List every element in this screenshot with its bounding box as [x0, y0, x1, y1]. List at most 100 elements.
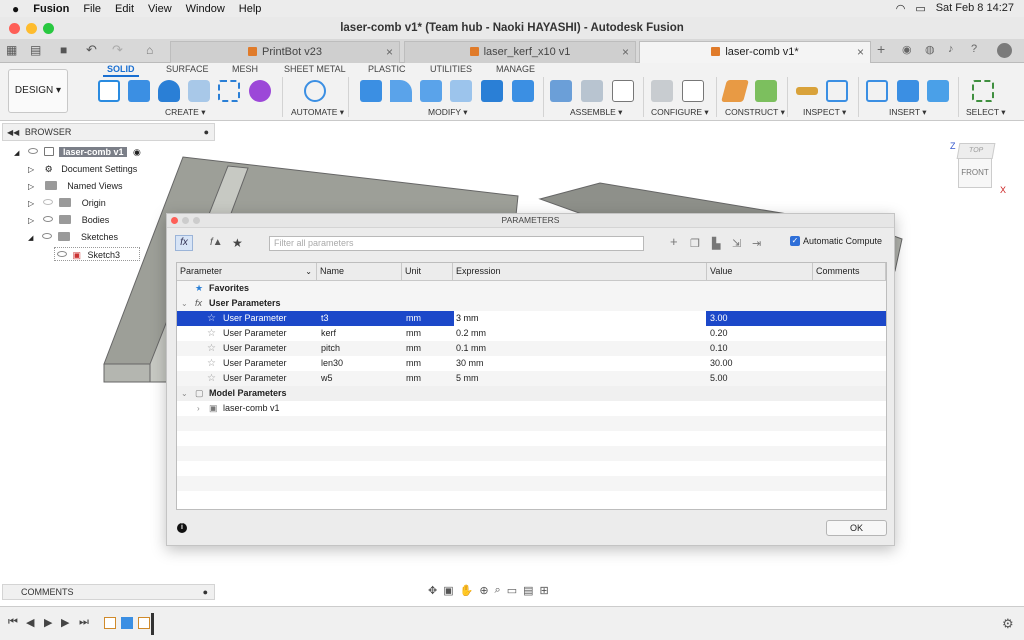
automate-icon[interactable]	[304, 80, 326, 102]
delete-icon[interactable]: ▙	[712, 237, 720, 250]
model-parameter-item[interactable]: › ▣ laser-comb v1	[177, 401, 886, 416]
pattern-icon[interactable]	[218, 80, 240, 102]
grid-settings-icon[interactable]: ▤	[523, 584, 533, 600]
extensions-icon[interactable]: ◉	[902, 43, 912, 56]
column-header-value[interactable]: Value	[707, 263, 813, 281]
help-icon[interactable]: ?	[971, 43, 977, 55]
export-icon[interactable]: ⇥	[752, 237, 761, 250]
new-component-icon[interactable]	[550, 80, 572, 102]
expression-input[interactable]: 3 mm	[454, 311, 706, 326]
visibility-eye-icon[interactable]	[27, 148, 38, 154]
tab-mesh[interactable]: MESH	[232, 64, 258, 74]
apple-icon[interactable]: ●	[12, 2, 19, 16]
viewports-icon[interactable]: ⊞	[540, 584, 549, 600]
save-icon[interactable]: ■	[60, 43, 67, 57]
revolve-icon[interactable]	[158, 80, 180, 102]
visibility-eye-icon[interactable]	[41, 233, 52, 239]
step-forward-icon[interactable]: ▶	[61, 616, 69, 629]
hole-icon[interactable]	[188, 80, 210, 102]
column-header-parameter[interactable]: Parameter ⌄	[177, 263, 317, 281]
viewcube[interactable]: TOP FRONT Z X	[950, 141, 1006, 195]
shell-icon[interactable]	[450, 80, 472, 102]
tab-surface[interactable]: SURFACE	[166, 64, 209, 74]
tab-manage[interactable]: MANAGE	[496, 64, 535, 74]
tab-laser-kerf[interactable]: laser_kerf_x10 v1 ×	[404, 41, 636, 63]
group-configure[interactable]: CONFIGURE ▾	[651, 107, 709, 118]
configure-icon[interactable]	[651, 80, 673, 102]
form-icon[interactable]	[249, 80, 271, 102]
display-settings-icon[interactable]: ▭	[507, 584, 517, 600]
clock[interactable]: Sat Feb 8 14:27	[936, 2, 1014, 15]
maximize-window-button[interactable]	[43, 23, 54, 34]
group-modify[interactable]: MODIFY ▾	[428, 107, 468, 118]
timeline-sketch-icon[interactable]	[104, 617, 116, 629]
group-automate[interactable]: AUTOMATE ▾	[291, 107, 344, 118]
menu-file[interactable]: File	[83, 3, 101, 15]
workspace-switcher[interactable]: DESIGN ▾	[8, 69, 68, 113]
duplicate-icon[interactable]: ❐	[690, 237, 700, 250]
look-at-icon[interactable]: ▣	[443, 584, 453, 600]
favorite-star-icon[interactable]: ☆	[207, 356, 216, 371]
close-tab-icon[interactable]: ×	[857, 42, 864, 62]
offset-face-icon[interactable]	[512, 80, 534, 102]
group-inspect[interactable]: INSPECT ▾	[803, 107, 846, 118]
visibility-eye-icon[interactable]	[42, 216, 53, 222]
measure-icon[interactable]	[796, 87, 818, 95]
dialog-titlebar[interactable]: PARAMETERS	[167, 214, 894, 228]
column-header-expression[interactable]: Expression	[453, 263, 707, 281]
column-header-unit[interactable]: Unit	[402, 263, 453, 281]
fillet-icon[interactable]	[390, 80, 412, 102]
browser-item-sketch3[interactable]: ▣ Sketch3	[54, 247, 140, 261]
close-window-button[interactable]	[9, 23, 20, 34]
expand-arrow-icon[interactable]: ▷	[28, 165, 34, 174]
column-header-name[interactable]: Name	[317, 263, 402, 281]
avatar[interactable]	[997, 43, 1012, 58]
table-row[interactable]: ☆ User Parameter kerf mm 0.2 mm 0.20	[177, 326, 886, 341]
chamfer-icon[interactable]	[420, 80, 442, 102]
add-comment-icon[interactable]: ●	[203, 585, 208, 599]
filter-parameters-input[interactable]: Filter all parameters	[269, 236, 644, 251]
create-sketch-icon[interactable]	[98, 80, 120, 102]
menu-app-name[interactable]: Fusion	[33, 3, 69, 15]
ok-button[interactable]: OK	[826, 520, 887, 536]
collapse-arrow-icon[interactable]: ⌄	[181, 386, 188, 401]
visibility-eye-icon[interactable]	[57, 251, 67, 257]
collapse-arrow-icon[interactable]: ⌄	[181, 296, 188, 311]
minimize-window-button[interactable]	[26, 23, 37, 34]
favorite-star-icon[interactable]: ☆	[207, 326, 216, 341]
group-insert[interactable]: INSERT ▾	[889, 107, 927, 118]
pan-icon[interactable]: ✋	[460, 584, 474, 600]
joint-icon[interactable]	[581, 80, 603, 102]
step-back-icon[interactable]: ◀	[26, 616, 34, 629]
dialog-zoom-button[interactable]	[193, 217, 200, 224]
group-create[interactable]: CREATE ▾	[165, 107, 205, 118]
timeline-extrude-icon[interactable]	[121, 617, 133, 629]
table-row[interactable]: ☆ User Parameter t3 mm 3 mm 3.00	[177, 311, 886, 326]
combine-icon[interactable]	[481, 80, 503, 102]
tab-utilities[interactable]: UTILITIES	[430, 64, 472, 74]
notifications-icon[interactable]: ♪	[948, 43, 954, 55]
menu-window[interactable]: Window	[186, 3, 225, 15]
interference-icon[interactable]	[826, 80, 848, 102]
settings-gear-icon[interactable]: ⚙	[1002, 616, 1014, 632]
browser-item-bodies[interactable]: ▷ Bodies	[28, 213, 109, 227]
menu-help[interactable]: Help	[239, 3, 262, 15]
tab-laser-comb[interactable]: laser-comb v1* ×	[639, 41, 871, 63]
browser-root[interactable]: ◢ laser-comb v1 ◉	[14, 145, 154, 159]
group-construct[interactable]: CONSTRUCT ▾	[725, 107, 785, 118]
viewcube-top[interactable]: TOP	[956, 143, 996, 159]
model-parameters-group-row[interactable]: ⌄ ▢ Model Parameters	[177, 386, 886, 401]
import-icon[interactable]: ⇲	[732, 237, 741, 250]
favorites-group-row[interactable]: ★ Favorites	[177, 281, 886, 296]
user-parameters-filter-icon[interactable]: f▲	[210, 237, 223, 248]
close-tab-icon[interactable]: ×	[386, 42, 393, 62]
browser-item-named-views[interactable]: ▷ Named Views	[28, 179, 123, 193]
browser-item-origin[interactable]: ▷ Origin	[28, 196, 106, 210]
browser-panel-header[interactable]: ◀◀ BROWSER ●	[2, 123, 215, 141]
offset-plane-icon[interactable]	[721, 80, 749, 102]
comments-panel-header[interactable]: COMMENTS ●	[2, 584, 215, 600]
play-icon[interactable]: ▶	[44, 616, 52, 629]
favorites-filter-icon[interactable]: ★	[232, 236, 243, 250]
expand-arrow-icon[interactable]: ▷	[28, 216, 34, 225]
table-row[interactable]: ☆ User Parameter w5 mm 5 mm 5.00	[177, 371, 886, 386]
